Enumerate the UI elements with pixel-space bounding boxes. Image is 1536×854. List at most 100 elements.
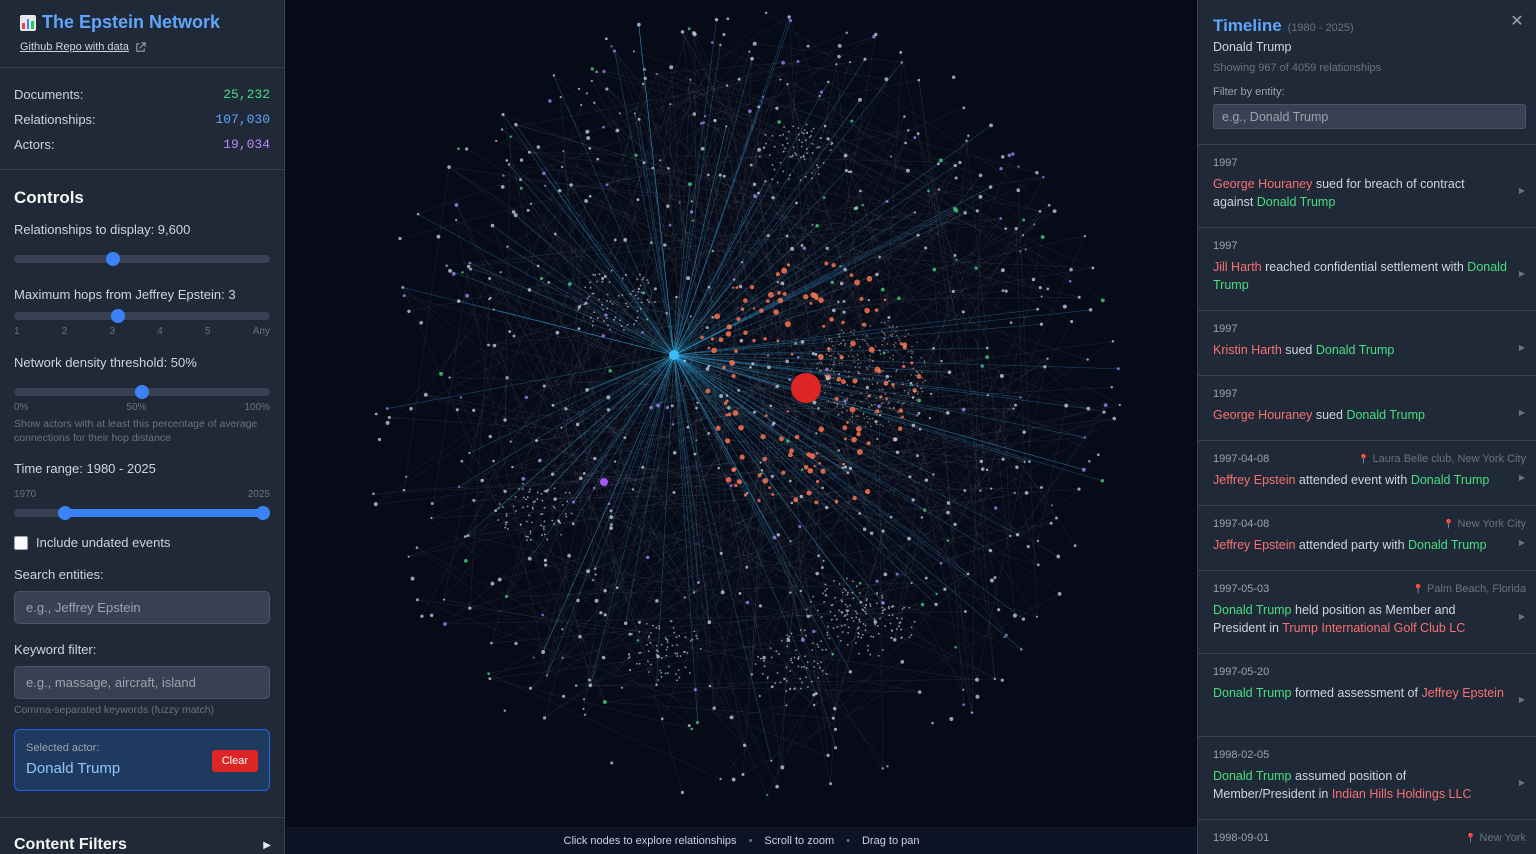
graph-node[interactable] (954, 176, 958, 180)
graph-node[interactable] (805, 139, 807, 142)
graph-node[interactable] (865, 599, 868, 602)
graph-node[interactable] (828, 637, 831, 640)
graph-node[interactable] (891, 614, 894, 617)
graph-node[interactable] (918, 427, 922, 431)
graph-node[interactable] (660, 643, 663, 646)
graph-node[interactable] (892, 358, 895, 361)
graph-node[interactable] (430, 502, 434, 505)
graph-node[interactable] (806, 686, 809, 689)
graph-node[interactable] (511, 465, 514, 469)
graph-node[interactable] (802, 155, 805, 158)
graph-node[interactable] (1042, 175, 1045, 179)
graph-node[interactable] (651, 166, 655, 170)
graph-node[interactable] (878, 255, 881, 259)
graph-node[interactable] (825, 246, 829, 250)
graph-node[interactable] (916, 414, 919, 417)
graph-node[interactable] (901, 608, 904, 610)
graph-node[interactable] (824, 589, 827, 592)
graph-node[interactable] (525, 535, 528, 538)
graph-node[interactable] (857, 635, 860, 638)
graph-node[interactable] (908, 606, 911, 609)
entity-link[interactable]: Trump International Golf Club LC (1282, 621, 1465, 635)
graph-node[interactable] (782, 170, 785, 173)
graph-node[interactable] (739, 454, 745, 460)
graph-node[interactable] (961, 407, 966, 412)
graph-node[interactable] (561, 656, 564, 659)
graph-node[interactable] (536, 145, 541, 149)
graph-node[interactable] (861, 338, 864, 341)
graph-node[interactable] (374, 412, 378, 416)
graph-node[interactable] (543, 520, 546, 523)
graph-node[interactable] (700, 121, 703, 125)
graph-node[interactable] (737, 77, 741, 81)
graph-node[interactable] (814, 692, 818, 696)
graph-node[interactable] (844, 343, 847, 345)
graph-node[interactable] (595, 70, 598, 74)
graph-node[interactable] (548, 99, 552, 103)
graph-node[interactable] (866, 367, 868, 369)
graph-node[interactable] (606, 307, 609, 310)
graph-node[interactable] (506, 245, 509, 248)
graph-node[interactable] (680, 790, 685, 795)
graph-node[interactable] (636, 22, 641, 27)
graph-node[interactable] (975, 677, 979, 682)
graph-node[interactable] (911, 352, 913, 355)
graph-node[interactable] (758, 694, 761, 698)
graph-node[interactable] (928, 417, 932, 420)
graph-node[interactable] (796, 60, 800, 63)
graph-node[interactable] (599, 611, 603, 615)
graph-node[interactable] (626, 324, 629, 326)
graph-node[interactable] (947, 370, 952, 375)
graph-node[interactable] (822, 161, 825, 164)
graph-node[interactable] (836, 405, 838, 408)
timeline-event[interactable]: 1997-05-20 Donald Trump formed assessment… (1198, 654, 1536, 737)
graph-node[interactable] (779, 161, 782, 164)
graph-node[interactable] (866, 335, 868, 337)
graph-node[interactable] (540, 524, 542, 527)
graph-node[interactable] (838, 362, 841, 365)
graph-node[interactable] (503, 489, 507, 493)
graph-node[interactable] (888, 607, 890, 610)
graph-node[interactable] (764, 133, 767, 136)
graph-node[interactable] (931, 721, 934, 725)
graph-node[interactable] (847, 591, 849, 594)
graph-node[interactable] (657, 679, 660, 681)
graph-node[interactable] (632, 50, 635, 53)
graph-node[interactable] (660, 671, 663, 674)
graph-node[interactable] (859, 189, 862, 193)
graph-node[interactable] (801, 681, 804, 684)
graph-node[interactable] (448, 268, 452, 273)
graph-node[interactable] (585, 129, 590, 134)
graph-node[interactable] (541, 534, 543, 537)
graph-node[interactable] (614, 316, 617, 319)
graph-node[interactable] (858, 512, 862, 515)
graph-node[interactable] (601, 276, 605, 280)
graph-node[interactable] (904, 141, 908, 145)
graph-node[interactable] (509, 440, 512, 443)
graph-node[interactable] (722, 33, 726, 37)
graph-node[interactable] (787, 452, 793, 458)
graph-node[interactable] (649, 405, 653, 410)
graph-node[interactable] (577, 308, 580, 311)
graph-node[interactable] (815, 367, 818, 370)
graph-node[interactable] (923, 362, 926, 364)
entity-link[interactable]: Indian Hills Holdings LLC (1332, 787, 1472, 801)
graph-node[interactable] (606, 299, 608, 302)
graph-node[interactable] (505, 376, 509, 380)
graph-node[interactable] (901, 402, 904, 405)
graph-node[interactable] (822, 324, 826, 328)
graph-node[interactable] (676, 652, 679, 655)
close-icon[interactable]: ✕ (1509, 14, 1525, 30)
graph-node[interactable] (610, 269, 613, 272)
graph-node[interactable] (849, 418, 851, 421)
graph-node[interactable] (903, 401, 905, 404)
graph-node[interactable] (880, 410, 883, 413)
graph-node[interactable] (895, 572, 899, 576)
graph-node[interactable] (637, 620, 641, 624)
graph-node[interactable] (885, 199, 889, 203)
graph-node[interactable] (707, 346, 711, 350)
graph-node[interactable] (454, 218, 458, 221)
graph-node[interactable] (502, 174, 505, 177)
graph-node[interactable] (806, 44, 810, 48)
graph-node[interactable] (487, 343, 490, 347)
